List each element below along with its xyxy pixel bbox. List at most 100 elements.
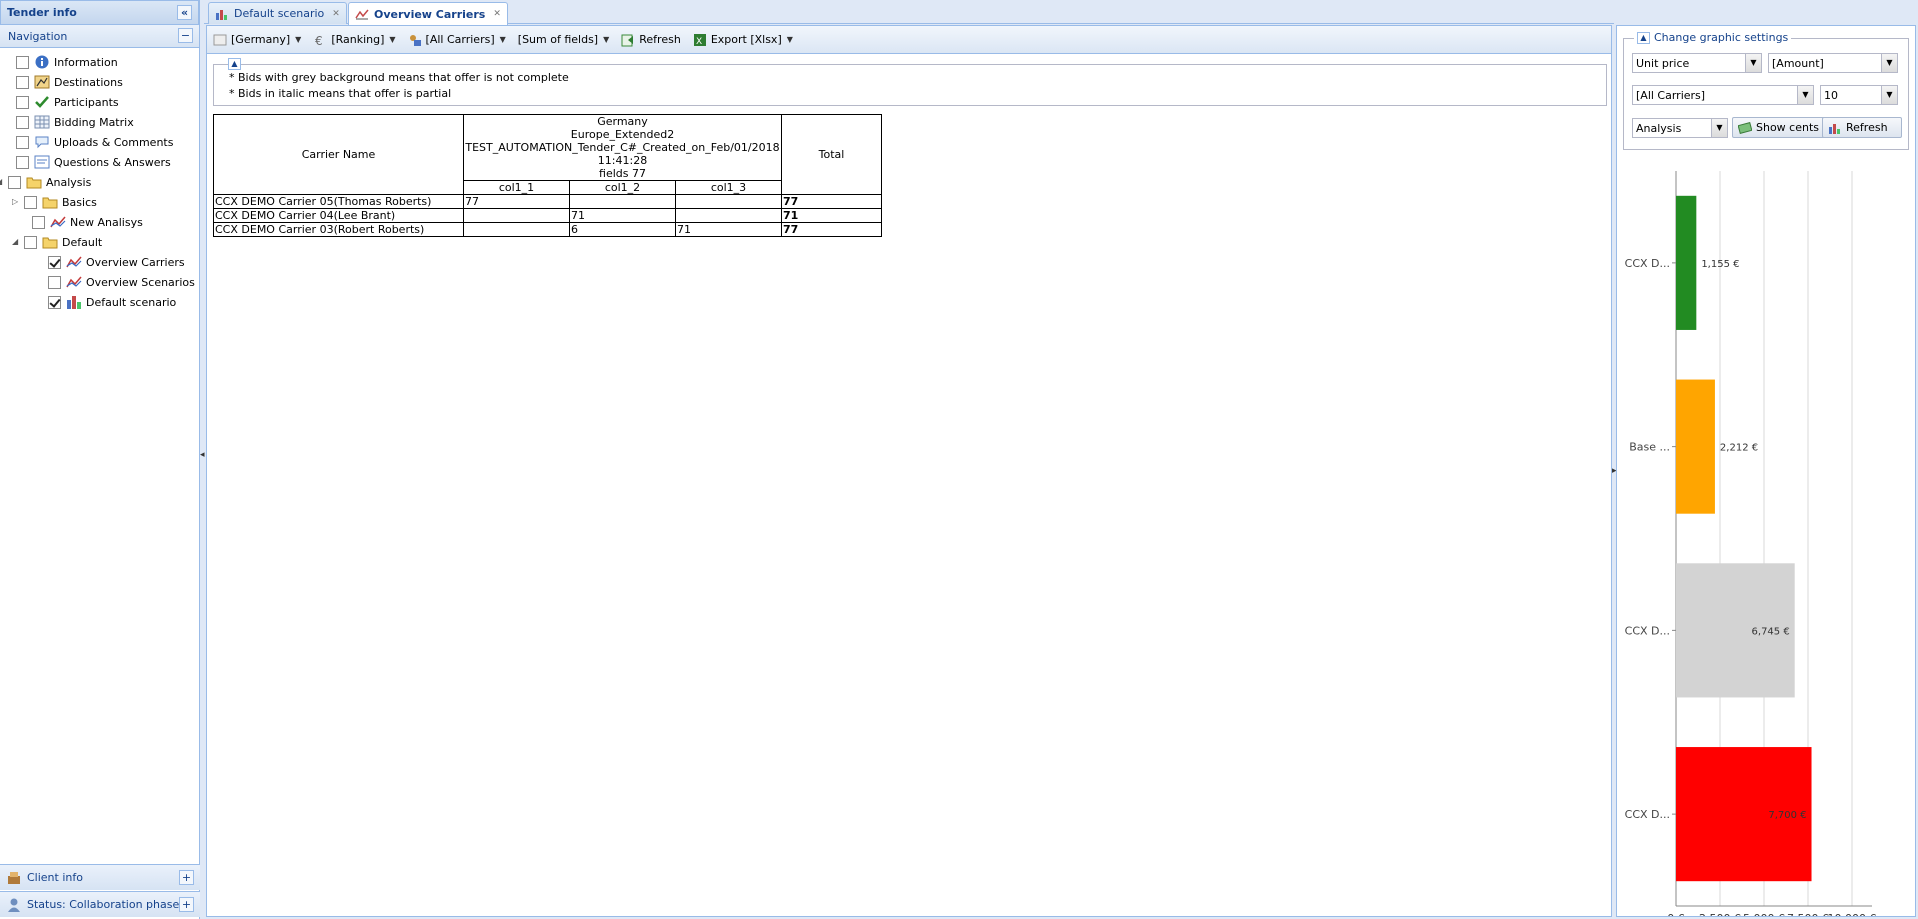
- line-chart-icon: [50, 216, 66, 228]
- table-row: CCX DEMO Carrier 03(Robert Roberts) 6 71…: [213, 222, 882, 237]
- line-chart-icon: [355, 9, 369, 20]
- main-panel: [Germany] ▼ € [Ranking] ▼ [All Carriers] ▼ …: [206, 25, 1612, 917]
- column-header: col1_3: [675, 180, 782, 195]
- collapse-up-icon[interactable]: ▲: [1637, 31, 1650, 44]
- x-tick-label: 7,500 €: [1787, 912, 1829, 916]
- check-icon: [35, 96, 49, 108]
- show-cents-button[interactable]: Show cents: [1732, 117, 1826, 138]
- bar: [1676, 379, 1715, 514]
- right-panel: ▲ Change graphic settings Unit price ▼ [A…: [1616, 25, 1916, 917]
- value-cell: [463, 222, 570, 237]
- chevron-down-icon: ▼: [786, 35, 793, 44]
- carriers-select[interactable]: [All Carriers] ▼: [1632, 85, 1814, 105]
- tree-checkbox[interactable]: [48, 295, 61, 309]
- tree-checkbox[interactable]: [16, 95, 29, 109]
- chevron-down-icon: ▼: [1881, 54, 1897, 72]
- tree-item-label: Default: [62, 235, 103, 249]
- tree-checkbox[interactable]: [16, 75, 29, 89]
- tree-item-default-scenario[interactable]: Default scenario: [48, 292, 176, 312]
- svg-text:€: €: [315, 34, 323, 47]
- client-info-bar[interactable]: Client info +: [0, 864, 200, 890]
- close-icon[interactable]: ✕: [332, 9, 340, 19]
- value-cell: 71: [569, 208, 676, 223]
- tree-checkbox[interactable]: [16, 155, 29, 169]
- tree-item-information[interactable]: Information: [16, 52, 118, 72]
- tree-item-default[interactable]: ◢ Default: [12, 232, 103, 252]
- tree-checkbox[interactable]: [48, 275, 61, 289]
- tab-overview-carriers[interactable]: Overview Carriers ✕: [348, 2, 508, 25]
- tab-default-scenario[interactable]: Default scenario ✕: [208, 2, 347, 24]
- export-dropdown[interactable]: X Export [Xlsx] ▼: [693, 33, 793, 47]
- note-incomplete: * Bids with grey background means that o…: [229, 71, 569, 84]
- graphic-settings: ▲ Change graphic settings Unit price ▼ [A…: [1623, 31, 1909, 150]
- tender-info-header: Tender info «: [0, 0, 199, 25]
- chevron-down-icon: ▼: [1881, 86, 1897, 104]
- navigation-header: Navigation −: [0, 25, 199, 48]
- collapse-icon[interactable]: ◢: [12, 237, 22, 247]
- svg-text:X: X: [696, 37, 702, 47]
- carriers-dropdown[interactable]: [All Carriers] ▼: [408, 33, 506, 47]
- client-info-expand-icon[interactable]: +: [179, 870, 194, 885]
- excel-icon: X: [693, 33, 706, 47]
- export-label: Export [Xlsx]: [710, 33, 782, 46]
- tree-item-destinations[interactable]: Destinations: [16, 72, 123, 92]
- expand-icon[interactable]: ▷: [12, 197, 22, 207]
- status-expand-icon[interactable]: +: [179, 897, 194, 912]
- left-panel: Tender info « Navigation − Information De…: [0, 0, 200, 919]
- navigation-collapse-icon[interactable]: −: [178, 28, 193, 43]
- value-cell: 77: [463, 194, 570, 209]
- tree-item-basics[interactable]: ▷ Basics: [12, 192, 97, 212]
- tender-info-title: Tender info: [7, 6, 77, 19]
- tree-item-bidding-matrix[interactable]: Bidding Matrix: [16, 112, 134, 132]
- carriers-icon: [409, 34, 421, 46]
- tree-checkbox[interactable]: [48, 255, 61, 269]
- tree-item-questions-answers[interactable]: Questions & Answers: [16, 152, 171, 172]
- tree-item-label: Overview Scenarios: [86, 275, 195, 289]
- flag-icon: [213, 34, 227, 45]
- metric-select[interactable]: Unit price ▼: [1632, 53, 1762, 73]
- ranking-dropdown[interactable]: € [Ranking] ▼: [313, 33, 395, 47]
- tree-item-overview-scenarios[interactable]: Overview Scenarios: [48, 272, 195, 292]
- value-cell: [463, 208, 570, 223]
- collapse-left-icon[interactable]: «: [177, 5, 192, 20]
- sum-dropdown[interactable]: [Sum of fields] ▼: [518, 33, 609, 46]
- close-icon[interactable]: ✕: [493, 9, 501, 19]
- tree-item-label: Overview Carriers: [86, 255, 185, 269]
- table-row: CCX DEMO Carrier 04(Lee Brant) 71 71: [213, 208, 882, 223]
- tree-checkbox[interactable]: [16, 135, 29, 149]
- chevron-down-icon: ▼: [389, 35, 396, 44]
- settings-legend-label: Change graphic settings: [1654, 31, 1789, 44]
- euro-icon: €: [315, 34, 323, 47]
- value-label: 6,745 €: [1752, 626, 1790, 637]
- tree-item-label: Information: [54, 55, 118, 69]
- chevron-down-icon: ▼: [295, 35, 302, 44]
- tree-checkbox[interactable]: [24, 195, 37, 209]
- tree-item-participants[interactable]: Participants: [16, 92, 119, 112]
- country-dropdown[interactable]: [Germany] ▼: [213, 33, 301, 47]
- tree-checkbox[interactable]: [24, 235, 37, 249]
- carriers-label: [All Carriers]: [425, 33, 495, 46]
- tree-item-analysis[interactable]: ◢ Analysis: [0, 172, 91, 192]
- chevron-down-icon: ▼: [1797, 86, 1813, 104]
- tree-checkbox[interactable]: [8, 175, 21, 189]
- tree-item-new-analisys[interactable]: New Analisys: [32, 212, 143, 232]
- amount-select[interactable]: [Amount] ▼: [1768, 53, 1898, 73]
- settings-refresh-button[interactable]: Refresh: [1822, 117, 1902, 138]
- carrier-cell: CCX DEMO Carrier 05(Thomas Roberts): [213, 194, 464, 209]
- mode-select[interactable]: Analysis ▼: [1632, 118, 1728, 138]
- collapse-up-icon[interactable]: ▲: [228, 58, 241, 70]
- splitter-left-icon[interactable]: ◂: [200, 450, 205, 460]
- status-bar[interactable]: Status: Collaboration phase +: [0, 891, 200, 917]
- group-fields: fields 77: [599, 167, 646, 180]
- collapse-icon[interactable]: ◢: [0, 177, 6, 187]
- tree-item-uploads-comments[interactable]: Uploads & Comments: [16, 132, 173, 152]
- tree-checkbox[interactable]: [32, 215, 45, 229]
- refresh-button[interactable]: Refresh: [621, 33, 681, 47]
- total-header: Total: [781, 114, 882, 195]
- tree-checkbox[interactable]: [16, 115, 29, 129]
- line-chart-icon: [66, 276, 82, 288]
- group-header: Germany Europe_Extended2 TEST_AUTOMATION…: [463, 114, 782, 181]
- count-select[interactable]: 10 ▼: [1820, 85, 1898, 105]
- tree-checkbox[interactable]: [16, 55, 29, 69]
- tree-item-overview-carriers[interactable]: Overview Carriers: [48, 252, 185, 272]
